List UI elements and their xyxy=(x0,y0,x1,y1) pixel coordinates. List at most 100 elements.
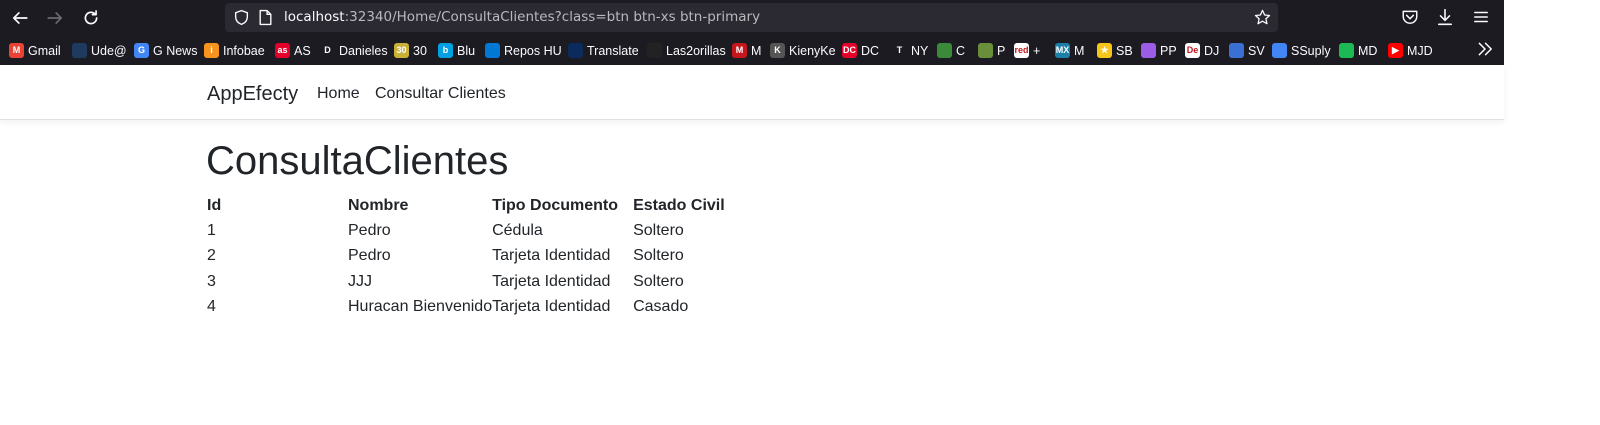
azure-devops-icon xyxy=(485,43,500,58)
bookmark-item[interactable]: ★ SB xyxy=(1097,42,1133,59)
translate-icon xyxy=(568,43,583,58)
redmas-icon: red xyxy=(1014,43,1029,58)
navbar-brand[interactable]: AppEfecty xyxy=(207,83,298,106)
p-target-icon xyxy=(978,43,993,58)
bookmark-item[interactable]: DC DC xyxy=(842,42,879,59)
arrow-left-icon xyxy=(12,12,28,24)
m-red-icon: M xyxy=(732,43,747,58)
clients-table: Id Nombre Tipo Documento Estado Civil 1 … xyxy=(207,193,753,320)
cell-nombre: JJJ xyxy=(348,272,372,290)
podcast-icon xyxy=(1141,43,1156,58)
bookmark-item[interactable]: SSuply xyxy=(1272,42,1331,59)
as-icon: as xyxy=(275,43,290,58)
table-row: 1 Pedro Cédula Soltero xyxy=(207,218,753,244)
bookmark-label: MJD xyxy=(1407,43,1433,58)
mx-icon: MX xyxy=(1055,43,1070,58)
dc-icon: DC xyxy=(842,43,857,58)
bookmark-label: Ude@ xyxy=(91,43,127,58)
cell-tipo-documento: Tarjeta Identidad xyxy=(492,272,611,290)
cell-tipo-documento: Cédula xyxy=(492,221,543,239)
bookmark-label: G News xyxy=(153,43,198,58)
reload-icon xyxy=(84,10,98,25)
url-bar[interactable]: localhost:32340/Home/ConsultaClientes?cl… xyxy=(225,3,1278,32)
app-navbar: AppEfecty Home Consultar Clientes xyxy=(0,65,1504,120)
url-text[interactable]: localhost:32340/Home/ConsultaClientes?cl… xyxy=(284,9,760,25)
bookmark-item[interactable]: Las2orillas xyxy=(647,42,726,59)
arrow-right-icon xyxy=(47,12,63,24)
bookmark-item[interactable]: ▶ MJD xyxy=(1388,42,1433,59)
thirty-icon: 30 xyxy=(394,43,409,58)
bookmark-item[interactable]: K KienyKe xyxy=(770,42,836,59)
cell-nombre: Pedro xyxy=(348,247,391,265)
table-header-row: Id Nombre Tipo Documento Estado Civil xyxy=(207,193,753,218)
forward-button[interactable] xyxy=(43,6,67,30)
page-info-icon[interactable] xyxy=(258,9,273,26)
chevron-double-right-icon[interactable] xyxy=(1476,39,1494,59)
bookmark-item[interactable]: Ude@ xyxy=(72,42,127,59)
window-edge xyxy=(1504,0,1600,67)
bookmark-item[interactable]: P xyxy=(978,42,1005,59)
bookmark-item[interactable]: MM xyxy=(732,42,761,59)
bookmark-item[interactable]: MD xyxy=(1339,42,1377,59)
bookmark-item[interactable]: red + xyxy=(1014,42,1040,59)
bookmark-item[interactable]: M Gmail xyxy=(9,42,61,59)
bookmark-label: DJ xyxy=(1204,43,1220,58)
c-tree-icon xyxy=(937,43,952,58)
pocket-icon[interactable] xyxy=(1401,8,1419,26)
bookmark-item[interactable]: b Blu xyxy=(438,42,475,59)
bookmark-item[interactable]: De DJ xyxy=(1185,42,1219,59)
bookmark-item[interactable]: PP xyxy=(1141,42,1177,59)
bookmark-label: C xyxy=(956,43,966,58)
google-docs-icon xyxy=(1272,43,1287,58)
cell-id: 2 xyxy=(207,247,216,265)
bookmark-star-icon[interactable] xyxy=(1254,9,1271,26)
url-host: localhost xyxy=(284,9,345,25)
infobae-icon: i xyxy=(204,43,219,58)
bookmark-label: SV xyxy=(1248,43,1265,58)
bookmarks-toolbar: M Gmail Ude@ G G News i Infobae as AS D Danieles 30… xyxy=(0,35,1504,65)
downloads-icon[interactable] xyxy=(1436,8,1454,26)
bookmark-item[interactable]: D Danieles xyxy=(320,42,388,59)
sv-icon xyxy=(1229,43,1244,58)
bookmark-label: KienyKe xyxy=(789,43,836,58)
cell-id: 3 xyxy=(207,272,216,290)
bookmark-item[interactable]: as AS xyxy=(275,42,311,59)
cell-id: 1 xyxy=(207,221,216,239)
table-row: 3 JJJ Tarjeta Identidad Soltero xyxy=(207,269,753,295)
star-icon: ★ xyxy=(1097,43,1112,58)
bookmark-item[interactable]: T NY xyxy=(892,42,928,59)
gmail-icon: M xyxy=(9,43,24,58)
bookmark-item[interactable]: 30 30 xyxy=(394,42,427,59)
cell-estado-civil: Soltero xyxy=(633,247,684,265)
bookmark-label: SSuply xyxy=(1291,43,1331,58)
column-header-nombre: Nombre xyxy=(348,196,409,214)
blu-icon: b xyxy=(438,43,453,58)
bookmark-item[interactable]: C xyxy=(937,42,965,59)
back-button[interactable] xyxy=(8,6,32,30)
bookmark-item[interactable]: i Infobae xyxy=(204,42,265,59)
bookmark-item[interactable]: SV xyxy=(1229,42,1265,59)
bookmark-label: SB xyxy=(1116,43,1133,58)
bookmark-item[interactable]: MX M xyxy=(1055,42,1084,59)
udea-icon xyxy=(72,43,87,58)
nav-link-consultar-clientes[interactable]: Consultar Clientes xyxy=(375,85,506,103)
bookmark-label: AS xyxy=(294,43,311,58)
tracking-shield-icon[interactable] xyxy=(233,9,250,26)
column-header-estado-civil: Estado Civil xyxy=(633,196,725,214)
browser-toolbar: localhost:32340/Home/ConsultaClientes?cl… xyxy=(0,0,1504,35)
reload-button[interactable] xyxy=(79,6,103,30)
bookmark-item[interactable]: G G News xyxy=(134,42,197,59)
nytimes-icon: T xyxy=(892,43,907,58)
bookmark-item[interactable]: Translate xyxy=(568,42,639,59)
bookmark-label: Blu xyxy=(457,43,476,58)
bookmark-label: Repos HU xyxy=(504,43,562,58)
cell-tipo-documento: Tarjeta Identidad xyxy=(492,247,611,265)
bookmark-label: Gmail xyxy=(28,43,61,58)
danieles-icon: D xyxy=(320,43,335,58)
bookmark-label: Translate xyxy=(587,43,639,58)
bookmark-item[interactable]: Repos HU xyxy=(485,42,562,59)
cell-id: 4 xyxy=(207,298,216,316)
menu-icon[interactable] xyxy=(1472,8,1490,26)
cell-estado-civil: Casado xyxy=(633,298,689,316)
nav-link-home[interactable]: Home xyxy=(317,85,360,103)
